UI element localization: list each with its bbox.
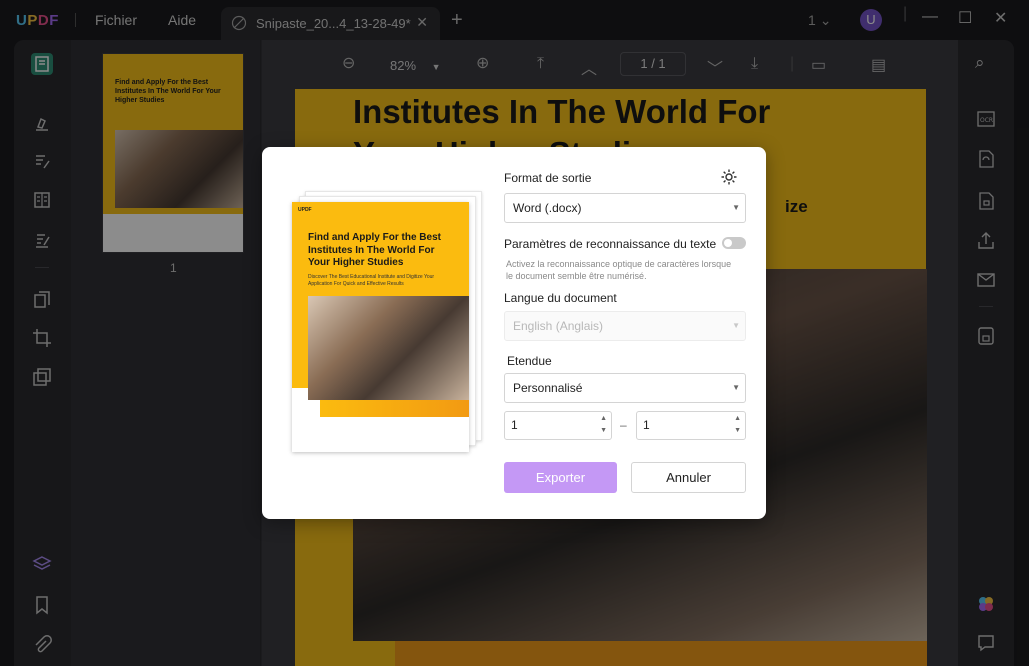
preview-subtitle: Discover The Best Educational Institute … [308, 274, 435, 287]
language-value: English (Anglais) [513, 319, 604, 333]
preview-brand: UPDF [298, 207, 312, 213]
chevron-down-icon: ▼ [732, 383, 740, 392]
range-from-value: 1 [511, 418, 518, 432]
document-preview: UPDF Find and Apply For the Best Institu… [292, 191, 482, 453]
stepper-arrows-icon[interactable]: ▲ ▼ [734, 413, 741, 437]
chevron-down-icon: ▼ [732, 203, 740, 212]
range-separator: – [620, 418, 627, 432]
stepper-arrows-icon[interactable]: ▲ ▼ [600, 413, 607, 437]
output-format-label: Format de sortie [504, 171, 592, 185]
export-dialog: UPDF Find and Apply For the Best Institu… [262, 147, 766, 519]
preview-photo [308, 296, 469, 400]
ocr-hint: Activez la reconnaissance optique de car… [506, 259, 732, 281]
language-label: Langue du document [504, 291, 617, 305]
chevron-down-icon: ▼ [732, 321, 740, 330]
range-label: Etendue [507, 354, 552, 368]
ocr-label: Paramètres de reconnaissance du texte [504, 237, 717, 251]
range-to-stepper[interactable]: 1 ▲ ▼ [636, 411, 746, 440]
language-select: English (Anglais) ▼ [504, 311, 746, 341]
gear-icon[interactable] [720, 168, 738, 186]
preview-front-page: UPDF Find and Apply For the Best Institu… [292, 202, 469, 452]
export-button[interactable]: Exporter [504, 462, 617, 493]
toggle-knob [724, 239, 732, 247]
range-value: Personnalisé [513, 381, 583, 395]
output-format-select[interactable]: Word (.docx) ▼ [504, 193, 746, 223]
range-from-stepper[interactable]: 1 ▲ ▼ [504, 411, 612, 440]
preview-orange-band [320, 400, 469, 417]
preview-title: Find and Apply For the Best Institutes I… [308, 232, 441, 268]
range-to-value: 1 [643, 418, 650, 432]
output-format-value: Word (.docx) [513, 201, 582, 215]
range-select[interactable]: Personnalisé ▼ [504, 373, 746, 403]
ocr-toggle[interactable] [722, 237, 746, 249]
cancel-button[interactable]: Annuler [631, 462, 746, 493]
